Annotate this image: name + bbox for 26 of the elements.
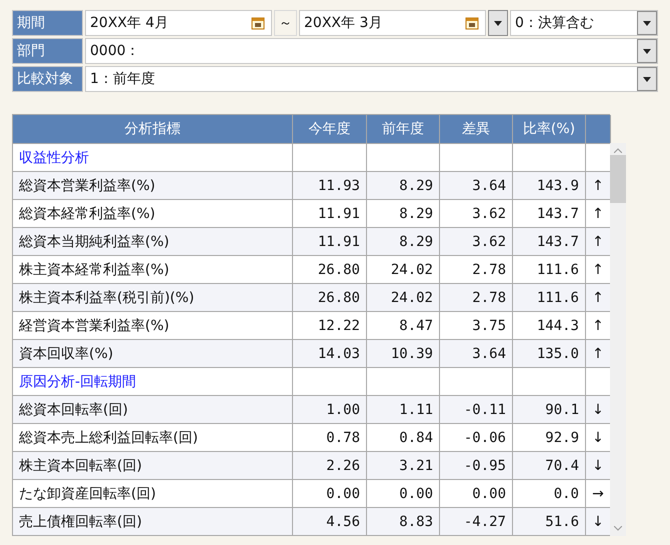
date-field[interactable]: 20XX年 4月 <box>85 10 272 36</box>
table-cell: -4.27 <box>440 508 513 535</box>
scrollbar[interactable] <box>610 143 626 536</box>
field-label: 比較対象 <box>12 66 83 92</box>
dropdown-button[interactable] <box>637 67 657 91</box>
field-label: 期間 <box>12 10 83 36</box>
field-label: 部門 <box>12 38 83 64</box>
dropdown-button[interactable] <box>637 11 657 35</box>
table-cell: 4.56 <box>293 508 367 535</box>
table-cell: 51.6 <box>513 508 586 535</box>
dropdown-button[interactable] <box>637 39 657 63</box>
table-cell: 8.83 <box>367 508 440 535</box>
caret-icon <box>494 20 502 26</box>
calendar-icon[interactable] <box>465 16 479 30</box>
dropdown-button[interactable] <box>488 10 508 36</box>
range-separator: ～ <box>274 10 297 36</box>
select-field[interactable]: 1：前年度 <box>85 66 658 92</box>
table-cell: 売上債権回転率(回) <box>13 508 293 535</box>
select-field[interactable]: 0：決算含む <box>510 10 658 36</box>
scroll-thumb[interactable] <box>610 155 626 203</box>
caret-icon <box>643 48 651 54</box>
calendar-icon[interactable] <box>251 16 265 30</box>
caret-icon <box>643 76 651 82</box>
caret-icon <box>643 20 651 26</box>
select-field[interactable]: 0000： <box>85 38 658 64</box>
date-field[interactable]: 20XX年 3月 <box>299 10 486 36</box>
